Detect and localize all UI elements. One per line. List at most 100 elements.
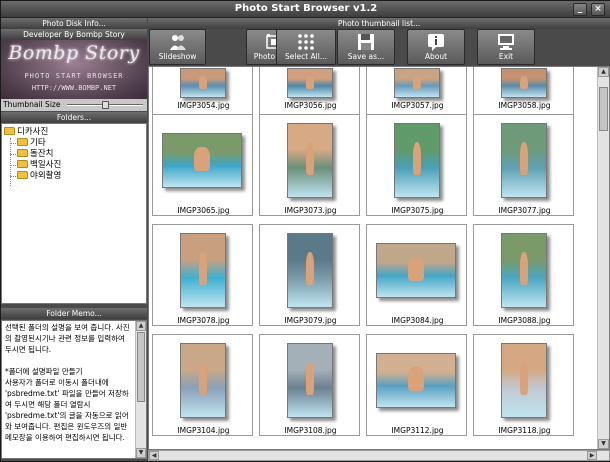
thumbnail-image[interactable] — [376, 243, 456, 298]
thumbnail-cell[interactable]: IMGP3057.jpg — [366, 67, 467, 116]
thumbnail-filename: IMGP3077.jpg — [498, 206, 551, 215]
thumbnail-size-control: Thumbnail Size — [1, 99, 147, 111]
thumbnail-cell[interactable]: IMGP3054.jpg — [152, 67, 253, 116]
brand-logo: Bombp Story PHOTO START BROWSER HTTP://W… — [1, 40, 147, 99]
logo-url: HTTP://WWW.BOMBP.NET — [31, 84, 117, 92]
gallery-hscrollbar[interactable]: ◀ ▶ — [148, 450, 610, 461]
thumbnail-image[interactable] — [287, 343, 333, 418]
thumbnail-cell[interactable]: IMGP3056.jpg — [259, 67, 360, 116]
thumbnail-cell[interactable]: IMGP3104.jpg — [152, 334, 253, 436]
info-icon — [408, 33, 464, 51]
thumbnail-filename: IMGP3065.jpg — [177, 206, 230, 215]
about-label: About — [424, 52, 448, 61]
thumbnail-image[interactable] — [180, 343, 226, 418]
folder-memo-header: Folder Memo... — [1, 308, 147, 319]
thumbnail-cell[interactable]: IMGP3078.jpg — [152, 224, 253, 326]
child-figure — [519, 362, 529, 396]
scroll-left-icon[interactable]: ◀ — [149, 451, 159, 460]
thumbnail-image[interactable] — [162, 133, 242, 188]
slideshow-button[interactable]: Slideshow — [149, 29, 206, 65]
folder-icon — [17, 137, 28, 146]
thumbnail-cell[interactable]: IMGP3084.jpg — [366, 224, 467, 326]
thumbnail-image[interactable] — [180, 68, 226, 98]
thumbnail-cell[interactable]: IMGP3075.jpg — [366, 114, 467, 216]
thumbnail-image[interactable] — [501, 233, 547, 308]
thumbnail-image[interactable] — [501, 123, 547, 198]
child-figure — [408, 257, 424, 282]
folder-item[interactable]: 기타 — [17, 137, 46, 149]
folder-root[interactable]: 디카사진 — [4, 126, 48, 138]
slider-handle[interactable] — [102, 101, 109, 109]
folder-item[interactable]: 백일사진 — [17, 159, 62, 171]
scroll-up-icon[interactable]: ▲ — [598, 67, 609, 77]
scroll-thumb[interactable] — [599, 87, 608, 131]
thumbnail-filename: IMGP3054.jpg — [177, 101, 230, 110]
thumbnail-filename: IMGP3088.jpg — [498, 316, 551, 325]
thumbnail-image[interactable] — [287, 123, 333, 198]
thumbnail-grid[interactable]: IMGP3054.jpg IMGP3056.jpg IMGP3057.jpg IMGP… — [148, 66, 610, 450]
scroll-down-icon[interactable]: ▼ — [598, 439, 609, 449]
thumbnail-filename: IMGP3118.jpg — [498, 426, 551, 435]
thumbnail-cell[interactable]: IMGP3108.jpg — [259, 334, 360, 436]
child-figure — [305, 142, 315, 176]
scroll-down-icon[interactable]: ▼ — [136, 448, 146, 458]
child-figure — [198, 76, 208, 89]
folder-label: 기타 — [30, 138, 46, 148]
thumbnail-cell[interactable]: IMGP3077.jpg — [473, 114, 574, 216]
thumbnail-image[interactable] — [501, 68, 547, 98]
folder-label: 야외촬영 — [30, 171, 62, 181]
app-window: Photo Start Browser v1.2 _ × Photo Disk … — [0, 0, 610, 462]
thumbnail-cell[interactable]: IMGP3058.jpg — [473, 67, 574, 116]
thumbnail-filename: IMGP3108.jpg — [284, 426, 337, 435]
minimize-button[interactable]: _ — [573, 3, 587, 16]
thumbnail-image[interactable] — [394, 123, 440, 198]
folder-item[interactable]: 야외촬영 — [17, 170, 62, 182]
scroll-up-icon[interactable]: ▲ — [136, 321, 146, 331]
folder-icon — [17, 159, 28, 168]
thumbnail-filename: IMGP3057.jpg — [391, 101, 444, 110]
thumbnail-cell[interactable]: IMGP3112.jpg — [366, 334, 467, 436]
thumbnail-cell[interactable]: IMGP3073.jpg — [259, 114, 360, 216]
thumbnail-filename: IMGP3075.jpg — [391, 206, 444, 215]
thumbnail-filename: IMGP3058.jpg — [498, 101, 551, 110]
floppy-icon — [338, 33, 394, 51]
thumbnail-cell[interactable]: IMGP3088.jpg — [473, 224, 574, 326]
child-figure — [412, 76, 422, 89]
scroll-thumb[interactable] — [137, 332, 145, 402]
exit-button[interactable]: Exit — [477, 29, 535, 65]
developer-header: Developer By Bombp Story — [1, 29, 147, 40]
thumbnail-image[interactable] — [394, 68, 440, 98]
thumbnail-image[interactable] — [287, 68, 333, 98]
scroll-right-icon[interactable]: ▶ — [587, 451, 597, 460]
thumbnail-image[interactable] — [180, 233, 226, 308]
folder-item[interactable]: 돌잔치 — [17, 148, 54, 160]
thumbnail-image[interactable] — [287, 233, 333, 308]
grid-icon — [277, 33, 335, 51]
folder-label: 돌잔치 — [30, 149, 54, 159]
thumbnail-cell[interactable]: IMGP3079.jpg — [259, 224, 360, 326]
thumbnail-image[interactable] — [376, 353, 456, 408]
folder-label: 백일사진 — [30, 160, 62, 170]
logo-brand-text: Bombp Story — [8, 42, 140, 64]
gallery-scrollbar[interactable]: ▲ ▼ — [597, 67, 609, 449]
select-all-button[interactable]: Select All... — [276, 29, 336, 65]
child-figure — [198, 362, 208, 396]
memo-scrollbar[interactable]: ▲ ▼ — [135, 321, 146, 458]
about-button[interactable]: About — [407, 29, 465, 65]
folder-tree[interactable]: 디카사진 기타 돌잔치 백일사진 야외촬영 — [1, 123, 147, 304]
save-as-button[interactable]: Save as... — [337, 29, 395, 65]
thumbnail-image[interactable] — [501, 343, 547, 418]
child-figure — [519, 142, 529, 176]
thumbnail-filename: IMGP3112.jpg — [391, 426, 444, 435]
thumbnail-cell[interactable]: IMGP3118.jpg — [473, 334, 574, 436]
child-figure — [198, 252, 208, 286]
close-button[interactable]: × — [591, 3, 605, 16]
people-icon — [150, 33, 205, 51]
child-figure — [194, 147, 210, 172]
select-all-label: Select All... — [285, 52, 327, 61]
child-figure — [305, 362, 315, 396]
thumbnail-cell[interactable]: IMGP3065.jpg — [152, 114, 253, 216]
thumbnail-filename: IMGP3056.jpg — [284, 101, 337, 110]
folder-memo[interactable]: 선택된 폴더의 설명을 보여 줍니다. 사진의 촬영된시기나 관련 정보를 입력… — [1, 320, 147, 459]
title-bar[interactable]: Photo Start Browser v1.2 _ × — [1, 1, 610, 18]
